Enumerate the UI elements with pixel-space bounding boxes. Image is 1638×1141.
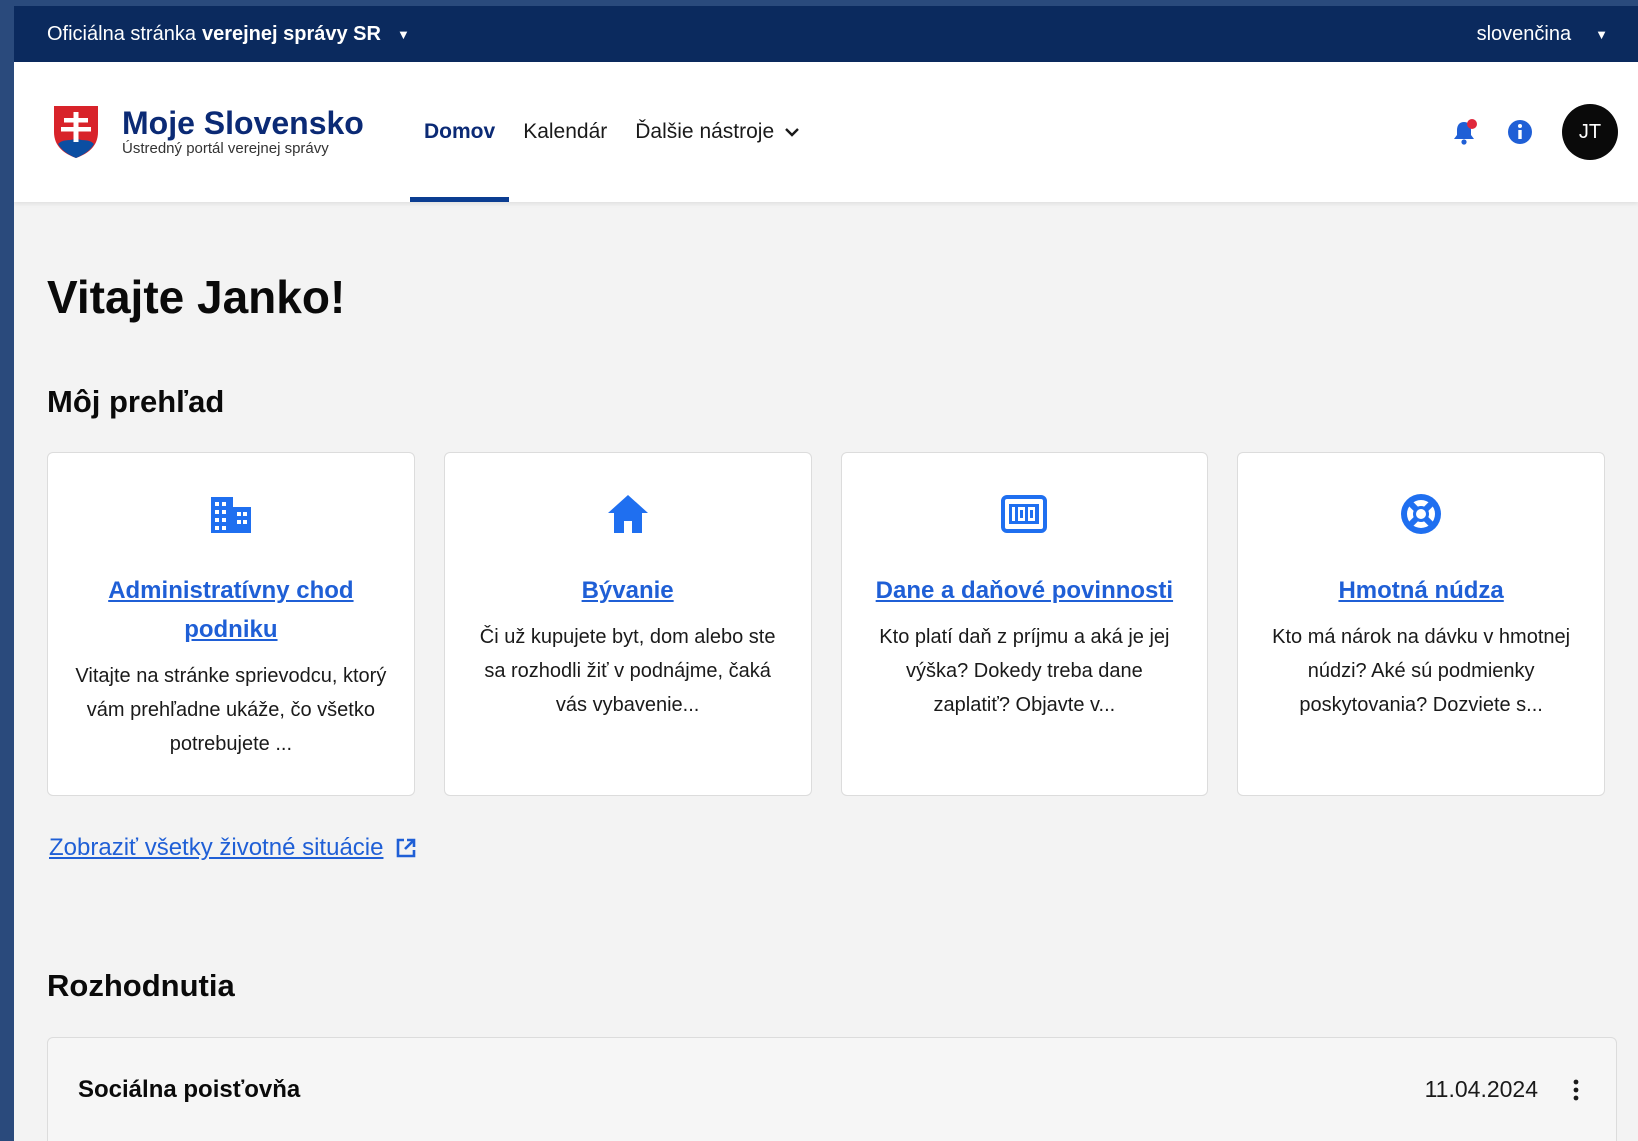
official-bold: verejnej správy SR — [201, 22, 381, 45]
avatar-initials: JT — [1578, 120, 1602, 143]
page-title: Vitajte Janko! — [47, 271, 346, 323]
card-description: Vitajte na stránke sprievodcu, ktorý vám… — [75, 665, 387, 755]
notifications-button[interactable] — [1450, 118, 1478, 146]
header-actions: JT — [1450, 104, 1618, 160]
official-prefix: Oficiálna stránka — [47, 22, 196, 45]
home-icon — [607, 495, 648, 533]
card-description: Či už kupujete byt, dom alebo ste sa roz… — [479, 626, 776, 716]
overview-heading: Môj prehľad — [47, 384, 225, 419]
decision-issuer: Sociálna poisťovňa — [78, 1076, 301, 1103]
external-link-icon — [397, 838, 416, 858]
brand-subtitle: Ústredný portál verejnej správy — [122, 140, 329, 157]
nav-item-dalsie-nastroje[interactable]: Ďalšie nástroje — [621, 62, 814, 202]
decisions-heading: Rozhodnutia — [47, 968, 235, 1003]
language-selector[interactable]: slovenčina ▼ — [1477, 23, 1608, 46]
chevron-down-icon — [785, 128, 800, 137]
nav-item-kalendar[interactable]: Kalendár — [509, 62, 621, 202]
language-label: slovenčina — [1476, 22, 1572, 45]
main-content: Vitajte Janko! Môj prehľad Administratív… — [14, 270, 1638, 1141]
coat-of-arms-icon — [51, 103, 101, 161]
notification-dot — [1467, 119, 1477, 129]
lifebuoy-icon — [1401, 494, 1442, 534]
all-link-label: Zobraziť všetky životné situácie — [49, 834, 384, 861]
info-icon[interactable] — [1506, 118, 1534, 146]
more-vertical-icon[interactable] — [1564, 1078, 1588, 1102]
site-header: Moje Slovensko Ústredný portál verejnej … — [14, 62, 1638, 202]
nav-item-label: Ďalšie nástroje — [635, 120, 775, 143]
nav-item-label: Kalendár — [523, 120, 608, 143]
brand-logo-link[interactable]: Moje Slovensko Ústredný portál verejnej … — [50, 102, 410, 162]
life-situations-cards: Administratívny chod podniku Vitajte na … — [47, 452, 1605, 796]
nav-item-domov[interactable]: Domov — [410, 62, 510, 202]
official-site-toggle[interactable]: Oficiálna stránka verejnej správy SR ▼ — [47, 23, 410, 46]
card-title-link[interactable]: Dane a daňové povinnosti — [876, 571, 1173, 610]
card-dane: Dane a daňové povinnosti Kto platí daň z… — [840, 452, 1209, 796]
official-site-bar: Oficiálna stránka verejnej správy SR ▼ s… — [14, 6, 1638, 62]
decision-row[interactable]: Sociálna poisťovňa 11.04.2024 — [47, 1037, 1617, 1141]
browser-viewport: Oficiálna stránka verejnej správy SR ▼ s… — [14, 6, 1638, 1141]
caret-down-icon: ▼ — [1595, 26, 1608, 42]
nav-item-label: Domov — [424, 120, 496, 143]
card-hmotna-nudza: Hmotná núdza Kto má nárok na dávku v hmo… — [1237, 452, 1605, 796]
main-nav: Domov Kalendár Ďalšie nástroje — [410, 62, 814, 202]
card-description: Kto má nárok na dávku v hmotnej núdzi? A… — [1272, 626, 1571, 716]
user-avatar[interactable]: JT — [1562, 104, 1618, 160]
card-administrativny-chod: Administratívny chod podniku Vitajte na … — [47, 452, 415, 796]
building-icon — [210, 497, 251, 533]
all-life-situations-link[interactable]: Zobraziť všetky životné situácie — [49, 834, 417, 862]
card-title-link[interactable]: Hmotná núdza — [1338, 571, 1503, 610]
caret-down-icon: ▼ — [396, 26, 410, 42]
card-description: Kto platí daň z príjmu a aká je jej výšk… — [879, 626, 1170, 716]
calculator-icon — [1001, 495, 1048, 533]
card-title-link[interactable]: Bývanie — [582, 571, 674, 610]
brand-name: Moje Slovensko — [122, 105, 364, 141]
card-title-link[interactable]: Administratívny chod podniku — [72, 571, 390, 649]
card-byvanie: Bývanie Či už kupujete byt, dom alebo st… — [443, 452, 812, 796]
decision-date: 11.04.2024 — [1424, 1076, 1538, 1102]
